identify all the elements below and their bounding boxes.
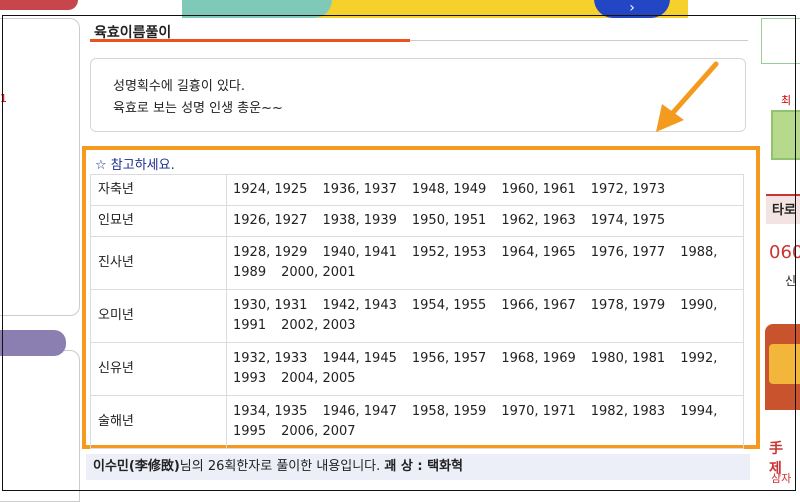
year-list: 1928, 1929 1940, 1941 1952, 1953 1964, 1965… [226, 236, 744, 290]
year-list: 1924, 1925 1936, 1937 1948, 1949 1960, 1961… [226, 174, 744, 206]
left-top-tab[interactable] [0, 0, 78, 10]
gwae-label: 괘 상 : 택화혁 [384, 459, 463, 474]
year-list: 1926, 1927 1938, 1939 1950, 1951 1962, 1963… [226, 205, 744, 237]
year-group-label: 진사년 [90, 236, 227, 290]
table-row: 신유년 1932, 1933 1944, 1945 1956, 1957 1968, … [90, 342, 744, 396]
right-bottom-text: 삼자 [771, 472, 792, 485]
left-menu-box [0, 18, 80, 316]
year-group-label: 자축년 [90, 174, 227, 206]
year-group-label: 인묘년 [90, 205, 227, 237]
right-ad-box[interactable] [761, 18, 800, 64]
table-row: 자축년 1924, 1925 1936, 1937 1948, 1949 1960, … [90, 174, 744, 206]
banner-graphic [182, 0, 332, 18]
table-row: 술해년 1934, 1935 1946, 1947 1958, 1959 1970, … [90, 395, 744, 449]
chevron-right-icon: › [629, 0, 635, 16]
person-name: 이수민(李修敃) [93, 459, 180, 474]
year-group-label: 술해년 [90, 395, 227, 449]
right-sub-char: 신 [785, 274, 797, 288]
tarot-banner[interactable]: 타로 [766, 194, 800, 224]
reference-note: ☆ 참고하세요. [95, 158, 175, 173]
summary-text: 님의 26획한자로 풀이한 내용입니다. [179, 459, 381, 474]
right-small-text: 최 [781, 94, 792, 107]
left-menu-tab[interactable] [0, 330, 66, 356]
left-mark: 1 [0, 92, 7, 105]
left-sidebar: 1 [0, 0, 80, 502]
right-promo-image[interactable] [765, 324, 800, 410]
top-banner[interactable]: › [182, 0, 688, 18]
year-list: 1934, 1935 1946, 1947 1958, 1959 1970, 1971… [226, 395, 744, 449]
left-menu-box-2 [0, 350, 80, 502]
banner-next-button[interactable]: › [594, 0, 670, 18]
right-ad-image[interactable] [771, 110, 800, 160]
year-list: 1932, 1933 1944, 1945 1956, 1957 1968, 1969… [226, 342, 744, 396]
year-group-label: 오미년 [90, 289, 227, 343]
intro-box: 성명획수에 길흉이 있다. 육효로 보는 성명 인생 총운~~ [90, 58, 746, 132]
phone-number[interactable]: 060 [769, 242, 800, 263]
result-summary: 이수민(李修敃)님의 26획한자로 풀이한 내용입니다. 괘 상 : 택화혁 [86, 454, 750, 480]
year-group-label: 신유년 [90, 342, 227, 396]
table-row: 진사년 1928, 1929 1940, 1941 1952, 1953 1964, … [90, 236, 744, 290]
right-sidebar: 최 타로 060 신 手 제 삼자 [757, 0, 800, 493]
title-accent-bar [90, 39, 410, 42]
table-row: 인묘년 1926, 1927 1938, 1939 1950, 1951 1962, … [90, 205, 744, 237]
table-row: 오미년 1930, 1931 1942, 1943 1954, 1955 1966, … [90, 289, 744, 343]
birth-year-table: 자축년 1924, 1925 1936, 1937 1948, 1949 1960, … [90, 174, 744, 449]
orange-arrow-icon [656, 61, 719, 132]
year-list: 1930, 1931 1942, 1943 1954, 1955 1966, 1967… [226, 289, 744, 343]
